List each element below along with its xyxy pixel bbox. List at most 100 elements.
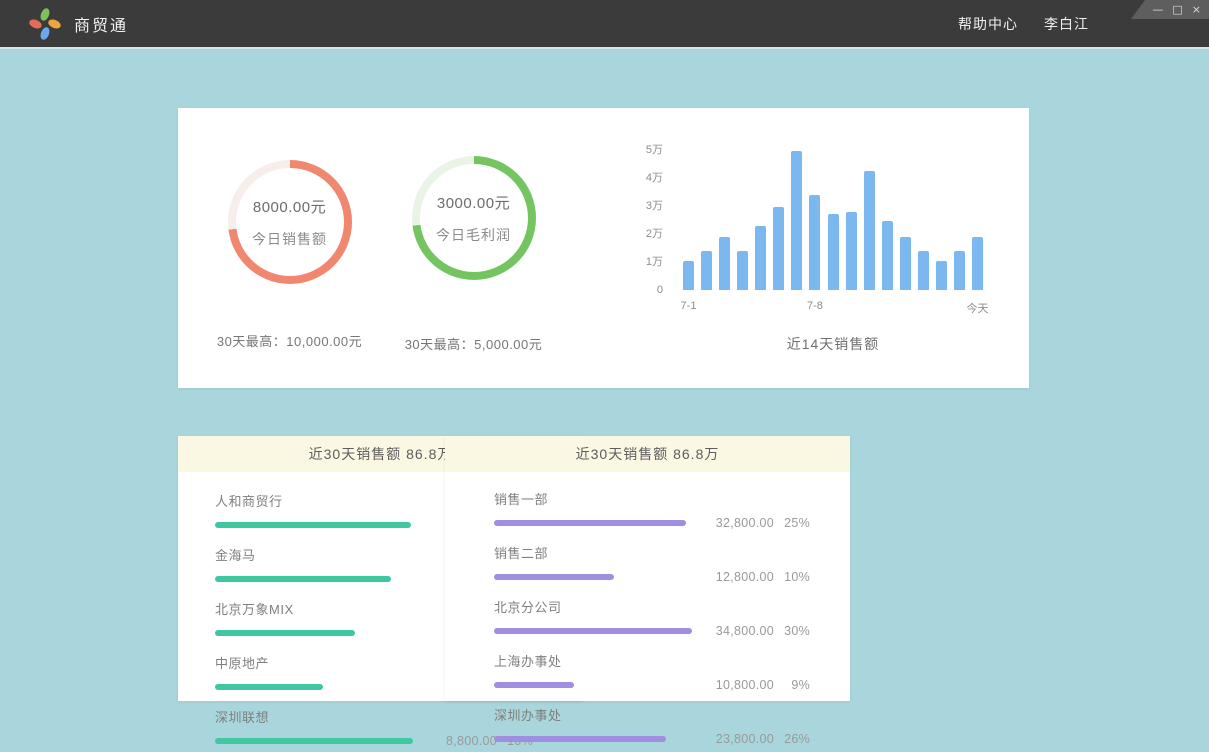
rank-item-percent: 10% xyxy=(774,570,810,584)
rank-bar xyxy=(494,682,574,688)
help-center-link[interactable]: 帮助中心 xyxy=(958,14,1018,34)
maximize-button[interactable]: □ xyxy=(1172,4,1182,15)
rank-item-name: 北京分公司 xyxy=(494,597,810,616)
sales-bar xyxy=(828,214,839,290)
profit-donut-center: 3000.00元 今日毛利润 xyxy=(420,164,528,272)
rank-item-name: 深圳办事处 xyxy=(494,705,810,724)
department-rank-title: 近30天销售额 86.8万 xyxy=(445,436,850,472)
rank-bar-track xyxy=(494,682,694,688)
rank-bar-track xyxy=(494,520,694,526)
rank-item-name: 上海办事处 xyxy=(494,651,810,670)
rank-item-name: 销售二部 xyxy=(494,543,810,562)
rank-bar xyxy=(215,684,323,690)
profit-30d-max: 30天最高：5,000.00元 xyxy=(405,334,543,353)
rank-bar xyxy=(494,574,614,580)
rank-bar xyxy=(215,738,413,744)
rank-bar-track xyxy=(215,522,415,528)
pinwheel-logo-icon xyxy=(28,7,62,41)
profit-donut-chart: 3000.00元 今日毛利润 xyxy=(412,156,536,280)
y-tick-label: 5万 xyxy=(633,143,663,157)
rank-item-amount: 34,800.00 xyxy=(702,624,774,638)
rank-bar-line: 23,800.0026% xyxy=(494,732,810,746)
y-tick-label: 2万 xyxy=(633,227,663,241)
bar-chart-title: 近14天销售额 xyxy=(683,334,983,354)
x-tick-label: 7-1 xyxy=(681,300,697,312)
app-title: 商贸通 xyxy=(74,12,128,36)
rank-item-percent: 9% xyxy=(774,678,810,692)
rank-bar-track xyxy=(215,576,415,582)
sales-bar xyxy=(773,207,784,290)
rank-row: 上海办事处 10,800.009% xyxy=(494,651,810,692)
minimize-button[interactable]: — xyxy=(1152,4,1163,15)
sales-donut-value: 8000.00元 xyxy=(253,196,326,217)
rank-bar xyxy=(215,522,411,528)
rank-bar-track xyxy=(215,684,415,690)
y-tick-label: 1万 xyxy=(633,255,663,269)
rank-item-values: 12,800.0010% xyxy=(702,570,810,584)
rank-bar xyxy=(215,576,391,582)
sales-bar xyxy=(936,261,947,290)
today-profit-widget: 3000.00元 今日毛利润 30天最高：5,000.00元 xyxy=(386,156,561,353)
rank-item-percent: 25% xyxy=(774,516,810,530)
department-rank-list: 销售一部 32,800.0025% 销售二部 12,800.0010% 北京分公司 34,… xyxy=(445,472,850,746)
x-tick-label: 7-8 xyxy=(807,300,823,312)
sales-bar xyxy=(954,251,965,290)
app-header: 商贸通 帮助中心 李白江 — □ × xyxy=(0,0,1209,47)
rank-row: 深圳办事处 23,800.0026% xyxy=(494,705,810,746)
sales-trend-chart: 0 1万 2万 3万 4万 5万 7-1 7-8 今天 近14天销售额 xyxy=(633,130,1013,370)
department-rank-card: 近30天销售额 86.8万 销售一部 32,800.0025% 销售二部 12,800… xyxy=(445,436,850,701)
profit-donut-label: 今日毛利润 xyxy=(436,225,511,245)
sales-bar xyxy=(683,261,694,290)
sales-bar xyxy=(719,237,730,290)
rank-bar-line: 32,800.0025% xyxy=(494,516,810,530)
rank-bar-track xyxy=(494,736,694,742)
rank-item-values: 34,800.0030% xyxy=(702,624,810,638)
rank-bar xyxy=(215,630,355,636)
overview-card: 8000.00元 今日销售额 30天最高：10,000.00元 3000.00元… xyxy=(178,108,1029,388)
sales-bar xyxy=(882,221,893,290)
sales-bar xyxy=(864,171,875,290)
sales-bar xyxy=(791,151,802,290)
rank-item-amount: 10,800.00 xyxy=(702,678,774,692)
rank-item-percent: 30% xyxy=(774,624,810,638)
sales-bar xyxy=(900,237,911,290)
rank-bar xyxy=(494,628,692,634)
sales-donut-chart: 8000.00元 今日销售额 xyxy=(228,160,352,284)
main-area: 8000.00元 今日销售额 30天最高：10,000.00元 3000.00元… xyxy=(0,47,1209,752)
rank-row: 销售二部 12,800.0010% xyxy=(494,543,810,584)
sales-bar xyxy=(701,251,712,290)
bar-chart-yaxis: 01万2万3万4万5万 xyxy=(633,140,663,290)
rank-bar-line: 10,800.009% xyxy=(494,678,810,692)
y-tick-label: 3万 xyxy=(633,199,663,213)
rank-bar-track xyxy=(215,630,415,636)
close-button[interactable]: × xyxy=(1192,4,1201,15)
window-titlebar: — □ × xyxy=(1131,0,1209,19)
bar-chart-plot xyxy=(683,140,983,290)
sales-bar xyxy=(755,226,766,290)
y-tick-label: 4万 xyxy=(633,171,663,185)
sales-bar xyxy=(809,195,820,290)
sales-bar xyxy=(918,251,929,290)
rank-item-values: 10,800.009% xyxy=(702,678,810,692)
rank-item-name: 销售一部 xyxy=(494,489,810,508)
user-name[interactable]: 李白江 xyxy=(1044,14,1089,34)
rank-item-values: 23,800.0026% xyxy=(702,732,810,746)
sales-bar xyxy=(737,251,748,290)
rank-bar xyxy=(494,736,666,742)
rank-bar-line: 34,800.0030% xyxy=(494,624,810,638)
sales-donut-label: 今日销售额 xyxy=(252,229,327,249)
sales-30d-max: 30天最高：10,000.00元 xyxy=(217,331,362,350)
rank-bar-track xyxy=(494,574,694,580)
x-tick-label: 今天 xyxy=(967,300,989,316)
rank-item-percent: 26% xyxy=(774,732,810,746)
sales-bar xyxy=(972,237,983,290)
rank-bar xyxy=(494,520,686,526)
rank-item-amount: 23,800.00 xyxy=(702,732,774,746)
y-tick-label: 0 xyxy=(633,283,663,297)
rank-item-amount: 12,800.00 xyxy=(702,570,774,584)
rank-row: 销售一部 32,800.0025% xyxy=(494,489,810,530)
rank-bar-track xyxy=(494,628,694,634)
sales-donut-center: 8000.00元 今日销售额 xyxy=(236,168,344,276)
rank-item-values: 32,800.0025% xyxy=(702,516,810,530)
rank-bar-line: 12,800.0010% xyxy=(494,570,810,584)
